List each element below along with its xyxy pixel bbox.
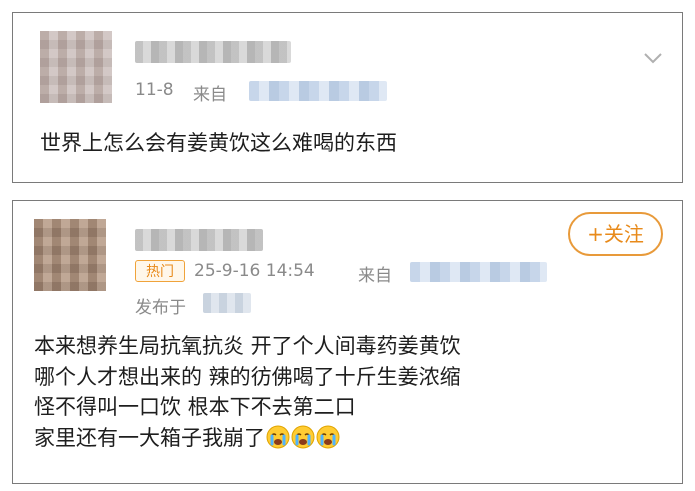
hot-badge: 热门	[135, 260, 185, 282]
published-prefix: 发布于	[135, 298, 186, 318]
crying-face-icon	[316, 425, 340, 448]
post-date: 11-8	[135, 80, 174, 100]
comment-line-last: 家里还有一大箱子我崩了	[34, 423, 461, 454]
comment-line: 哪个人才想出来的 辣的彷佛喝了十斤生姜浓缩	[34, 364, 461, 389]
post-date: 25-9-16 14:54	[194, 261, 315, 281]
source-prefix: 来自	[193, 85, 227, 105]
source-blurred	[410, 262, 547, 282]
username-blurred[interactable]	[135, 229, 263, 251]
comment-line: 本来想养生局抗氧抗炎 开了个人间毒药姜黄饮	[34, 334, 461, 358]
avatar[interactable]	[34, 219, 106, 291]
comment-line: 家里还有一大箱子我崩了	[34, 425, 265, 450]
location-blurred	[203, 293, 251, 313]
comment-card: 11-8 来自 世界上怎么会有姜黄饮这么难喝的东西	[12, 12, 683, 183]
chevron-down-icon[interactable]	[642, 47, 664, 69]
comment-card: +关注 热门 25-9-16 14:54 来自 发布于 本来想养生局抗氧抗炎 开…	[12, 200, 683, 484]
crying-face-icon	[266, 425, 290, 448]
comment-line: 怪不得叫一口饮 根本下不去第二口	[34, 395, 356, 419]
source-prefix: 来自	[358, 266, 392, 286]
crying-face-icon	[291, 425, 315, 448]
emoji-group	[265, 425, 340, 450]
source-blurred	[249, 81, 387, 101]
username-blurred[interactable]	[135, 41, 291, 63]
follow-button[interactable]: +关注	[568, 212, 663, 256]
comment-text: 本来想养生局抗氧抗炎 开了个人间毒药姜黄饮 哪个人才想出来的 辣的彷佛喝了十斤生…	[34, 331, 461, 453]
comment-text: 世界上怎么会有姜黄饮这么难喝的东西	[40, 131, 397, 155]
avatar[interactable]	[40, 31, 112, 103]
